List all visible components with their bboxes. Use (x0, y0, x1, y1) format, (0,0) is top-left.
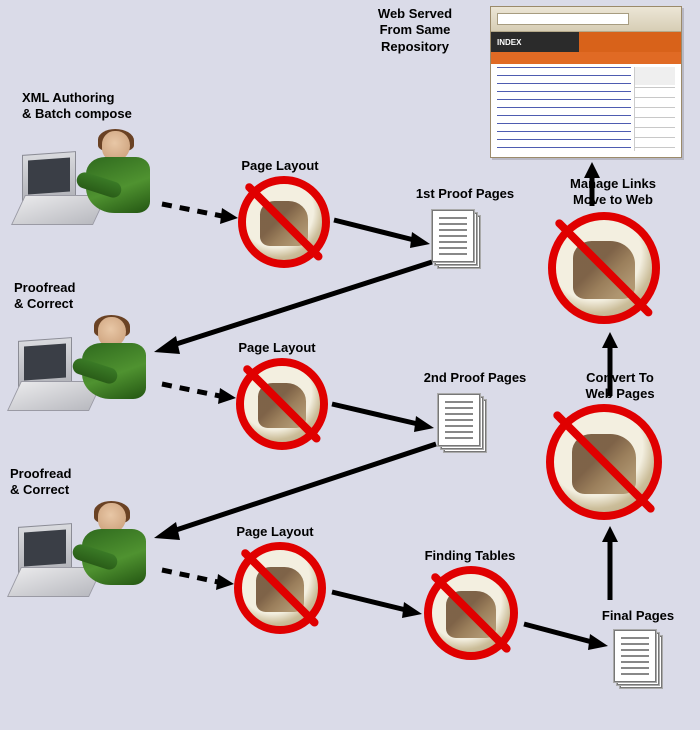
arrow-dashed-icon (160, 376, 236, 406)
manage-links-label: Manage LinksMove to Web (548, 176, 678, 209)
prohibited-icon (546, 404, 662, 520)
arrow-solid-icon (598, 524, 622, 604)
arrow-solid-icon (598, 330, 622, 400)
proofread-1-label: Proofread& Correct (14, 280, 134, 313)
browser-window-icon: INDEX (490, 6, 682, 158)
author-at-laptop-icon (18, 130, 168, 225)
prohibited-icon (234, 542, 326, 634)
author-at-laptop-icon (14, 316, 164, 411)
arrow-solid-icon (332, 212, 432, 252)
browser-submenu (491, 52, 681, 64)
document-stack-icon (438, 394, 484, 450)
prohibited-icon (424, 566, 518, 660)
browser-brand: INDEX (491, 32, 681, 52)
xml-authoring-label: XML Authoring& Batch compose (22, 90, 192, 123)
arrow-solid-icon (522, 618, 610, 652)
arrow-solid-icon (150, 256, 440, 356)
arrow-dashed-icon (160, 196, 238, 226)
arrow-solid-icon (580, 160, 604, 210)
document-stack-icon (614, 630, 660, 686)
second-proof-label: 2nd Proof Pages (400, 370, 550, 386)
prohibited-icon (548, 212, 660, 324)
prohibited-icon (236, 358, 328, 450)
browser-chrome (491, 7, 681, 32)
proofread-2-label: Proofread& Correct (10, 466, 130, 499)
finding-tables-label: Finding Tables (400, 548, 540, 564)
arrow-solid-icon (150, 438, 444, 542)
browser-sidebar (634, 67, 675, 151)
web-served-label: Web ServedFrom SameRepository (350, 6, 480, 55)
browser-body (497, 67, 631, 151)
arrow-solid-icon (330, 398, 436, 434)
author-at-laptop-icon (14, 502, 164, 597)
arrow-dashed-icon (160, 562, 234, 592)
first-proof-label: 1st Proof Pages (395, 186, 535, 202)
prohibited-icon (238, 176, 330, 268)
page-layout-1-label: Page Layout (225, 158, 335, 174)
arrow-solid-icon (330, 586, 424, 622)
